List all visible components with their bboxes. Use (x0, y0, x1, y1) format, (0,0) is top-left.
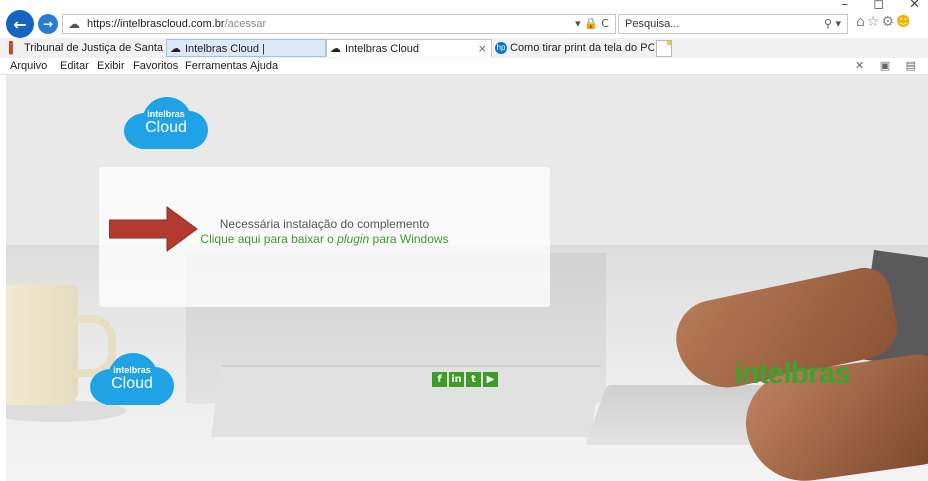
search-icon[interactable]: ⚲ ▾ (824, 15, 841, 33)
star-icon[interactable]: ☆ (867, 14, 882, 30)
facebook-icon[interactable]: f (432, 372, 447, 387)
plugin-download-link[interactable]: Clique aqui para baixar o plugin para Wi… (99, 232, 550, 246)
logo-line2: Cloud (111, 375, 153, 392)
close-tab-button[interactable]: × (478, 40, 487, 57)
tab-label: Como tirar print da tela do PC ... (510, 42, 654, 54)
plugin-message: Necessária instalação do complemento (219, 217, 430, 231)
tab-como-tirar-print[interactable]: hp Como tirar print da tela do PC ... (492, 39, 654, 57)
tab-label: Intelbras Cloud | (185, 43, 265, 55)
tab-intelbras-cloud-1[interactable]: ☁ Intelbras Cloud | (166, 39, 326, 57)
arrow-left-icon: ← (13, 14, 27, 34)
menu-ajuda[interactable]: Ajuda (250, 58, 278, 74)
tab-intelbras-cloud-active[interactable]: ☁ Intelbras Cloud × (326, 39, 492, 57)
tab-bar: ▌ Tribunal de Justiça de Santa Ca... ☁ I… (0, 38, 928, 59)
cloud-icon: ☁ (170, 43, 181, 55)
link-text-before: Clique aqui para baixar o (200, 232, 338, 246)
new-tab-button[interactable] (656, 40, 672, 57)
flag-icon: ▌ (9, 42, 17, 54)
photo-mug (6, 285, 78, 405)
menu-ferramentas[interactable]: Ferramentas (185, 58, 247, 74)
menu-editar[interactable]: Editar (60, 58, 89, 74)
page-content: intelbras Cloud Necessária instalação do… (6, 75, 928, 481)
extras-icons: ✕ ▣ ▤ (855, 59, 922, 72)
url-text: https://intelbrascloud.com.br/acessar (87, 15, 266, 33)
search-placeholder: Pesquisa... (625, 18, 680, 30)
logo-line2: Cloud (145, 119, 187, 136)
logo-line1: intelbras (113, 365, 151, 375)
cloud-icon: ☁ (68, 17, 80, 31)
back-button[interactable]: ← (6, 10, 34, 38)
intelbras-cloud-logo: intelbras Cloud (124, 97, 208, 149)
linkedin-icon[interactable]: in (449, 372, 464, 387)
youtube-icon[interactable]: ▶ (483, 372, 498, 387)
social-links: f in t ▶ (432, 369, 500, 387)
intelbras-wordmark: intelbras (734, 357, 851, 390)
address-row: ← → ☁ https://intelbrascloud.com.br/aces… (0, 9, 928, 39)
menu-arquivo[interactable]: Arquivo (10, 58, 47, 74)
url-input[interactable]: ☁ https://intelbrascloud.com.br/acessar … (62, 14, 616, 34)
url-tools[interactable]: ▾ 🔒 C (575, 15, 609, 33)
menu-exibir[interactable]: Exibir (97, 58, 125, 74)
menu-favoritos[interactable]: Favoritos (133, 58, 178, 74)
url-host: https://intelbrascloud.com.br (87, 18, 225, 30)
cloud-icon: ☁ (330, 43, 341, 55)
toolbar-extras[interactable]: ✕ ▣ ▤ (855, 58, 922, 74)
twitter-icon[interactable]: t (466, 372, 481, 387)
smiley-icon[interactable]: ☻ (896, 14, 913, 30)
tab-tribunal[interactable]: ▌ Tribunal de Justiça de Santa Ca... (6, 39, 166, 57)
tab-label: Intelbras Cloud (345, 43, 419, 55)
footer-cloud-logo: intelbras Cloud (90, 353, 174, 405)
search-input[interactable]: Pesquisa... ⚲ ▾ (618, 14, 848, 34)
tab-label: Tribunal de Justiça de Santa Ca... (24, 42, 166, 54)
hp-icon: hp (495, 42, 507, 54)
photo-laptop (210, 365, 602, 437)
home-icon[interactable]: ⌂ (856, 14, 867, 30)
link-text-plugin: plugin (337, 232, 370, 246)
forward-button[interactable]: → (38, 14, 58, 34)
menu-bar: Arquivo Editar Exibir Favoritos Ferramen… (0, 58, 928, 75)
link-text-after: para Windows (369, 232, 449, 246)
gear-icon[interactable]: ⚙ (881, 14, 896, 30)
logo-line1: intelbras (147, 109, 185, 119)
url-path: /acessar (224, 18, 267, 30)
arrow-right-icon: → (42, 17, 54, 31)
browser-tools: ⌂☆⚙☻ (856, 14, 913, 30)
plugin-panel: Necessária instalação do complemento Cli… (99, 167, 550, 307)
